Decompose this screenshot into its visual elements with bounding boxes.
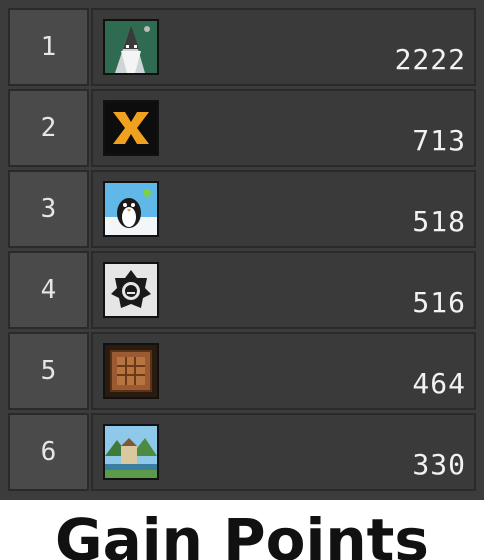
player-cell: 713 [91,89,476,167]
leaderboard-row: 3 518 [8,170,476,248]
player-score: 2222 [394,43,466,76]
rank-label: 6 [8,413,89,491]
leaderboard-row: 2 713 [8,89,476,167]
player-cell: 518 [91,170,476,248]
rank-label: 5 [8,332,89,410]
player-cell: 464 [91,332,476,410]
rank-label: 2 [8,89,89,167]
leaderboard-row: 1 2222 [8,8,476,86]
player-cell: 516 [91,251,476,329]
player-score: 518 [412,205,466,238]
crafting-table-avatar-icon [103,343,159,399]
rank-label: 3 [8,170,89,248]
castle-landscape-avatar-icon [103,424,159,480]
player-cell: 2222 [91,8,476,86]
rank-label: 1 [8,8,89,86]
player-score: 330 [412,448,466,481]
orange-m-logo-avatar-icon [103,100,159,156]
penguin-avatar-icon [103,181,159,237]
leaderboard: 1 2222 2 713 3 518 4 516 5 464 6 330 [0,0,484,500]
player-score: 516 [412,286,466,319]
rank-label: 4 [8,251,89,329]
caption-title: Gain Points [55,506,429,560]
player-score: 464 [412,367,466,400]
player-score: 713 [412,124,466,157]
black-emblem-avatar-icon [103,262,159,318]
wizard-avatar-icon [103,19,159,75]
leaderboard-row: 4 516 [8,251,476,329]
leaderboard-row: 5 464 [8,332,476,410]
player-cell: 330 [91,413,476,491]
leaderboard-row: 6 330 [8,413,476,491]
